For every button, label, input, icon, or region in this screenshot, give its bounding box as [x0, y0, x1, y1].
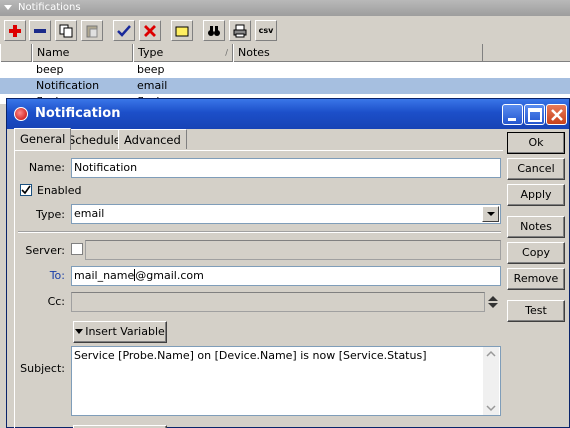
divider	[18, 231, 501, 233]
binoculars-icon	[208, 25, 220, 36]
cc-field	[71, 292, 485, 312]
copy-button[interactable]	[55, 20, 77, 41]
test-button[interactable]: Test	[507, 300, 565, 322]
dropdown-arrow-icon	[75, 329, 84, 334]
tab-advanced[interactable]: Advanced	[118, 129, 187, 149]
table-header: Name Type ∕ Notes	[0, 44, 570, 62]
subject-text: Service [Probe.Name] on [Device.Name] is…	[74, 349, 427, 362]
to-label[interactable]: To:	[15, 269, 65, 282]
minus-icon	[34, 28, 46, 33]
dropdown-arrow-icon[interactable]	[482, 206, 499, 222]
minimize-icon	[508, 118, 516, 121]
printer-icon	[233, 24, 247, 37]
maximize-button[interactable]	[524, 104, 545, 125]
paste-button[interactable]	[81, 20, 103, 41]
dialog-title: Notification	[35, 106, 121, 121]
dialog-titlebar[interactable]: Notification	[7, 99, 569, 129]
to-value-start: mail_name	[74, 269, 135, 282]
type-value: email	[74, 207, 105, 220]
column-header-type-label: Type	[138, 46, 164, 59]
collapse-triangle-icon[interactable]	[4, 4, 12, 10]
notifications-panel-header[interactable]: Notifications	[0, 0, 570, 16]
checkmark-icon	[117, 24, 131, 37]
name-field[interactable]: Notification	[71, 158, 501, 178]
remove-button[interactable]	[29, 20, 51, 41]
server-label: Server:	[25, 244, 65, 257]
row-name: beep	[36, 63, 64, 76]
spin-arrows-icon[interactable]	[487, 295, 499, 309]
export-csv-button[interactable]: csv	[255, 20, 277, 41]
sort-icon: ∕	[225, 48, 228, 57]
type-select[interactable]: email	[71, 204, 501, 224]
table-row[interactable]: beep beep	[0, 62, 570, 78]
toolbar: csv	[0, 16, 570, 44]
enabled-checkbox[interactable]	[20, 184, 32, 196]
to-field[interactable]: mail_name@gmail.com	[71, 266, 501, 286]
subject-scrollbar[interactable]	[483, 347, 499, 415]
row-type: email	[137, 79, 168, 92]
copy-icon	[59, 24, 73, 37]
tab-general[interactable]: General	[14, 128, 72, 150]
checkmark-icon	[21, 185, 31, 195]
close-button[interactable]	[546, 104, 567, 125]
server-checkbox[interactable]	[71, 243, 83, 255]
comment-button[interactable]	[171, 20, 193, 41]
close-icon	[551, 109, 563, 121]
type-label: Type:	[36, 208, 65, 221]
subject-textarea[interactable]: Service [Probe.Name] on [Device.Name] is…	[71, 346, 501, 416]
disable-button[interactable]	[139, 20, 161, 41]
cc-label: Cc:	[47, 295, 65, 308]
app-icon	[14, 107, 28, 121]
insert-variable-button[interactable]: Insert Variable	[73, 321, 167, 343]
minimize-button[interactable]	[502, 104, 523, 125]
column-header-type[interactable]: Type ∕	[133, 44, 233, 62]
add-button[interactable]	[4, 20, 26, 41]
apply-button[interactable]: Apply	[507, 184, 565, 206]
find-button[interactable]	[203, 20, 225, 41]
ok-button[interactable]: Ok	[507, 132, 565, 154]
table-row-selected[interactable]: Notification email	[0, 78, 570, 94]
csv-label: csv	[258, 26, 274, 35]
note-icon	[175, 26, 189, 36]
row-type: beep	[137, 63, 165, 76]
x-icon	[144, 24, 156, 37]
print-button[interactable]	[229, 20, 251, 41]
panel-title: Notifications	[18, 2, 81, 13]
notifications-table: Name Type ∕ Notes beep beep Notification …	[0, 44, 570, 108]
notes-button[interactable]: Notes	[507, 216, 565, 238]
column-header-notes[interactable]: Notes	[233, 44, 483, 62]
enabled-label: Enabled	[37, 184, 82, 197]
column-header-blank	[0, 44, 32, 62]
insert-variable-label: Insert Variable	[85, 325, 165, 338]
enable-button[interactable]	[113, 20, 135, 41]
subject-label: Subject:	[20, 362, 65, 375]
copy-button[interactable]: Copy	[507, 242, 565, 264]
column-header-name[interactable]: Name	[32, 44, 133, 62]
to-value-end: @gmail.com	[135, 269, 204, 282]
general-tab-content: Name: Notification Enabled Type: email S…	[14, 150, 503, 428]
server-field	[85, 240, 501, 260]
cancel-button[interactable]: Cancel	[507, 158, 565, 180]
paste-icon	[86, 25, 98, 37]
scroll-arrows-icon	[486, 350, 496, 412]
name-label: Name:	[28, 161, 65, 174]
notification-dialog: Notification General Schedule Advanced N…	[6, 98, 570, 428]
row-name: Notification	[36, 79, 100, 92]
plus-icon	[9, 24, 21, 37]
maximize-icon	[528, 108, 542, 122]
remove-button[interactable]: Remove	[507, 268, 565, 290]
